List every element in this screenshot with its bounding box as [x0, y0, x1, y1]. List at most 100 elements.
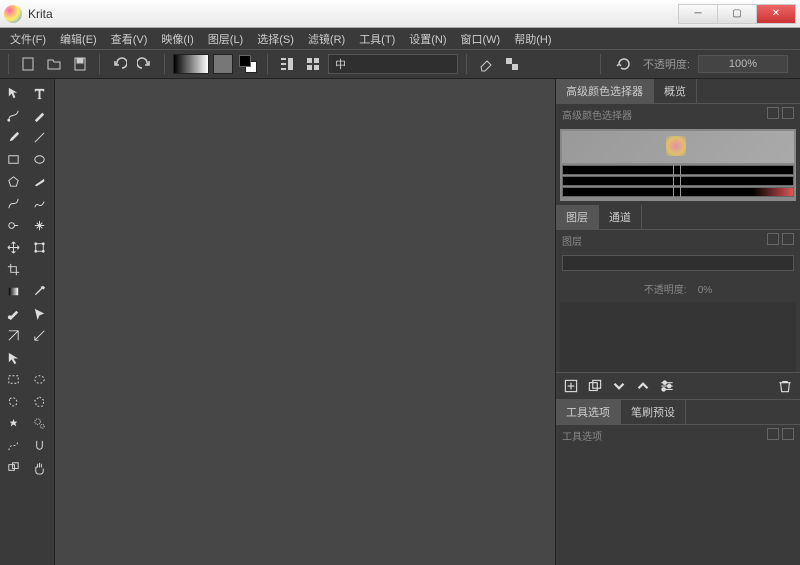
brush-presets-button[interactable] — [302, 53, 324, 75]
float-icon[interactable] — [767, 107, 779, 119]
float-layers-icon[interactable] — [767, 233, 779, 245]
float-tool-opt-icon[interactable] — [767, 428, 779, 440]
bezier-select-tool[interactable] — [2, 435, 25, 455]
similar-select-tool[interactable] — [28, 413, 51, 433]
crop-tool[interactable] — [2, 259, 25, 279]
app-title: Krita — [28, 7, 679, 21]
main-menu: 文件(F) 编辑(E) 查看(V) 映像(I) 图层(L) 选择(S) 滤镜(R… — [0, 28, 800, 49]
reload-brush-button[interactable] — [613, 53, 635, 75]
menu-tools[interactable]: 工具(T) — [353, 29, 401, 49]
move-tool[interactable] — [2, 237, 25, 257]
tab-brush-presets[interactable]: 笔刷预设 — [621, 400, 686, 424]
layer-opacity-value: 0% — [698, 285, 712, 296]
undo-button[interactable] — [108, 53, 130, 75]
contiguous-select-tool[interactable] — [2, 413, 25, 433]
color-picker-tool[interactable] — [28, 281, 51, 301]
close-button[interactable]: ✕ — [756, 4, 796, 24]
blend-mode-select[interactable]: 中 — [328, 54, 458, 74]
rectangle-tool[interactable] — [2, 149, 25, 169]
toolbox — [0, 79, 55, 565]
new-button[interactable] — [17, 53, 39, 75]
line-tool[interactable] — [28, 127, 51, 147]
menu-help[interactable]: 帮助(H) — [508, 29, 557, 49]
move-down-button[interactable] — [610, 377, 628, 395]
free-select-tool[interactable] — [2, 391, 25, 411]
close-layers-icon[interactable] — [782, 233, 794, 245]
tab-overview[interactable]: 概览 — [654, 79, 697, 103]
polyline-tool[interactable] — [28, 171, 51, 191]
bezier-tool[interactable] — [2, 193, 25, 213]
smart-fill-tool[interactable] — [28, 303, 51, 323]
move-up-button[interactable] — [634, 377, 652, 395]
ellipse-select-tool[interactable] — [28, 369, 51, 389]
pattern-edit-tool[interactable] — [2, 303, 25, 323]
rect-select-tool[interactable] — [2, 369, 25, 389]
color-slider-1[interactable] — [562, 165, 794, 175]
menu-file[interactable]: 文件(F) — [4, 29, 52, 49]
layer-props-button[interactable] — [658, 377, 676, 395]
transform-layer-tool[interactable] — [28, 237, 51, 257]
close-panel-icon[interactable] — [782, 107, 794, 119]
calligraphy-tool[interactable] — [28, 105, 51, 125]
tool-options-title: 工具选项 — [562, 428, 602, 443]
gradient-picker[interactable] — [173, 54, 209, 74]
layer-blend-select[interactable] — [562, 255, 794, 271]
edit-shapes-tool[interactable] — [2, 105, 25, 125]
zoom-tool[interactable] — [2, 457, 25, 477]
menu-view[interactable]: 查看(V) — [105, 29, 154, 49]
pan-tool[interactable] — [28, 457, 51, 477]
canvas-area[interactable] — [55, 79, 555, 565]
minimize-button[interactable]: ─ — [678, 4, 718, 24]
color-panel-title: 高级颜色选择器 — [562, 107, 632, 122]
tab-advanced-color[interactable]: 高级颜色选择器 — [556, 79, 654, 103]
color-preview[interactable] — [562, 131, 794, 163]
assistant-tool[interactable] — [2, 325, 25, 345]
layers-panel-tabs: 图层 通道 — [556, 205, 800, 230]
menu-image[interactable]: 映像(I) — [155, 29, 199, 49]
reference-tool[interactable] — [2, 347, 25, 367]
open-button[interactable] — [43, 53, 65, 75]
opacity-label: 不透明度: — [643, 56, 690, 72]
duplicate-layer-button[interactable] — [586, 377, 604, 395]
dynamic-brush-tool[interactable] — [2, 215, 25, 235]
menu-layer[interactable]: 图层(L) — [202, 29, 249, 49]
pattern-picker[interactable] — [213, 54, 233, 74]
close-tool-opt-icon[interactable] — [782, 428, 794, 440]
gradient-tool[interactable] — [2, 281, 25, 301]
menu-select[interactable]: 选择(S) — [251, 29, 300, 49]
fg-bg-color[interactable] — [237, 53, 259, 75]
brush-settings-button[interactable] — [276, 53, 298, 75]
eraser-toggle[interactable] — [475, 53, 497, 75]
color-selector[interactable] — [560, 129, 796, 201]
measure-tool[interactable] — [28, 325, 51, 345]
multibrush-tool[interactable] — [28, 215, 51, 235]
layer-opacity-label: 不透明度: — [644, 285, 687, 296]
brush-tool[interactable] — [2, 127, 25, 147]
menu-filter[interactable]: 滤镜(R) — [302, 29, 351, 49]
delete-layer-button[interactable] — [776, 377, 794, 395]
opacity-value: 100% — [729, 58, 757, 70]
menu-edit[interactable]: 编辑(E) — [54, 29, 103, 49]
color-slider-3[interactable] — [562, 187, 794, 197]
empty-tool-2 — [28, 347, 51, 367]
text-tool[interactable] — [28, 83, 51, 103]
ellipse-tool[interactable] — [28, 149, 51, 169]
poly-select-tool[interactable] — [28, 391, 51, 411]
polygon-tool[interactable] — [2, 171, 25, 191]
menu-settings[interactable]: 设置(N) — [403, 29, 452, 49]
magnetic-select-tool[interactable] — [28, 435, 51, 455]
transform-tool[interactable] — [2, 83, 25, 103]
freehand-path-tool[interactable] — [28, 193, 51, 213]
layers-list[interactable] — [560, 302, 796, 372]
tab-channels[interactable]: 通道 — [599, 205, 642, 229]
color-slider-2[interactable] — [562, 176, 794, 186]
maximize-button[interactable]: ▢ — [717, 4, 757, 24]
opacity-slider[interactable]: 100% — [698, 55, 788, 73]
tab-tool-options[interactable]: 工具选项 — [556, 400, 621, 424]
tab-layers[interactable]: 图层 — [556, 205, 599, 229]
add-layer-button[interactable] — [562, 377, 580, 395]
menu-window[interactable]: 窗口(W) — [455, 29, 507, 49]
alpha-lock-toggle[interactable] — [501, 53, 523, 75]
redo-button[interactable] — [134, 53, 156, 75]
save-button[interactable] — [69, 53, 91, 75]
